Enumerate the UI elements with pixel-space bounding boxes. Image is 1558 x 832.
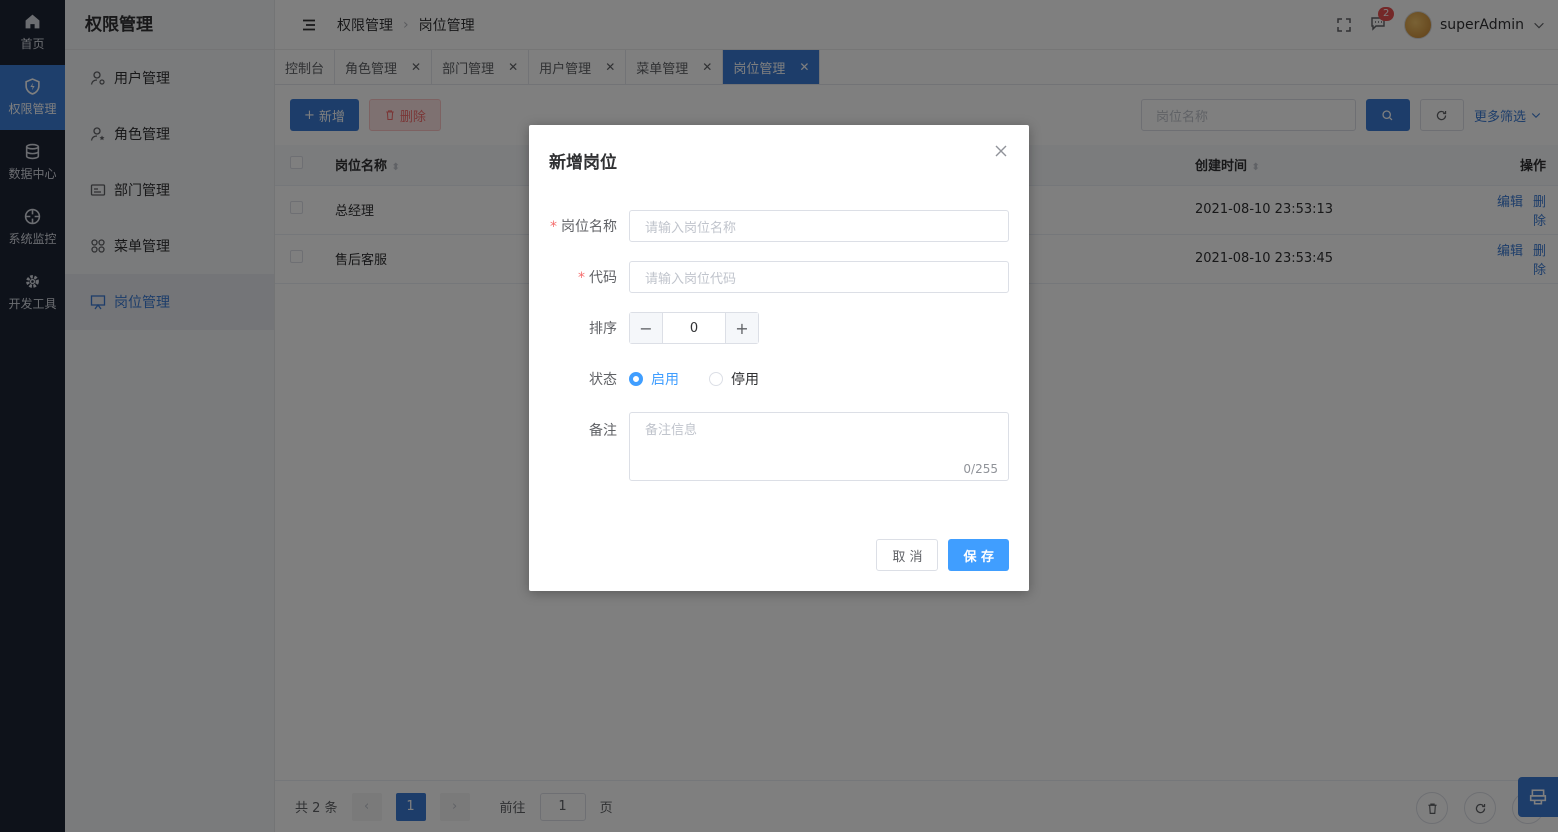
cancel-button[interactable]: 取 消 xyxy=(876,539,939,571)
form-row-name: * 岗位名称 请输入岗位名称 xyxy=(529,210,1009,242)
form-row-status: 状态 启用 停用 xyxy=(529,363,1009,395)
decrement-button[interactable]: − xyxy=(630,313,662,343)
radio-unchecked-icon xyxy=(709,372,723,386)
close-icon[interactable] xyxy=(993,143,1009,159)
radio-checked-icon xyxy=(629,372,643,386)
char-counter: 0/255 xyxy=(963,462,998,476)
dialog-footer: 取 消 保 存 xyxy=(876,539,1009,571)
form-row-sort: 排序 − 0 + xyxy=(529,312,1009,344)
status-enabled-label: 启用 xyxy=(651,372,679,388)
save-button[interactable]: 保 存 xyxy=(948,539,1009,571)
form-row-code: * 代码 请输入岗位代码 xyxy=(529,261,1009,293)
status-disabled-radio[interactable]: 停用 xyxy=(709,369,759,389)
position-code-input[interactable]: 请输入岗位代码 xyxy=(629,261,1009,293)
remark-label: 备注 xyxy=(589,423,617,439)
code-label: 代码 xyxy=(589,270,617,286)
required-mark: * xyxy=(550,219,557,235)
remark-textarea[interactable]: 备注信息 0/255 xyxy=(629,412,1009,481)
status-label: 状态 xyxy=(589,372,617,388)
sort-value[interactable]: 0 xyxy=(662,313,726,343)
name-label: 岗位名称 xyxy=(561,219,617,235)
sort-label: 排序 xyxy=(589,321,617,337)
form-row-remark: 备注 备注信息 0/255 xyxy=(529,412,1009,481)
remark-placeholder: 备注信息 xyxy=(645,423,698,438)
increment-button[interactable]: + xyxy=(726,313,758,343)
add-position-dialog: 新增岗位 * 岗位名称 请输入岗位名称 * 代码 请输入岗位代码 排序 − 0 + … xyxy=(529,125,1029,591)
sort-stepper: − 0 + xyxy=(629,312,759,344)
status-disabled-label: 停用 xyxy=(731,372,759,388)
required-mark: * xyxy=(578,270,585,286)
position-name-input[interactable]: 请输入岗位名称 xyxy=(629,210,1009,242)
dialog-title: 新增岗位 xyxy=(549,153,617,173)
status-enabled-radio[interactable]: 启用 xyxy=(629,369,679,389)
